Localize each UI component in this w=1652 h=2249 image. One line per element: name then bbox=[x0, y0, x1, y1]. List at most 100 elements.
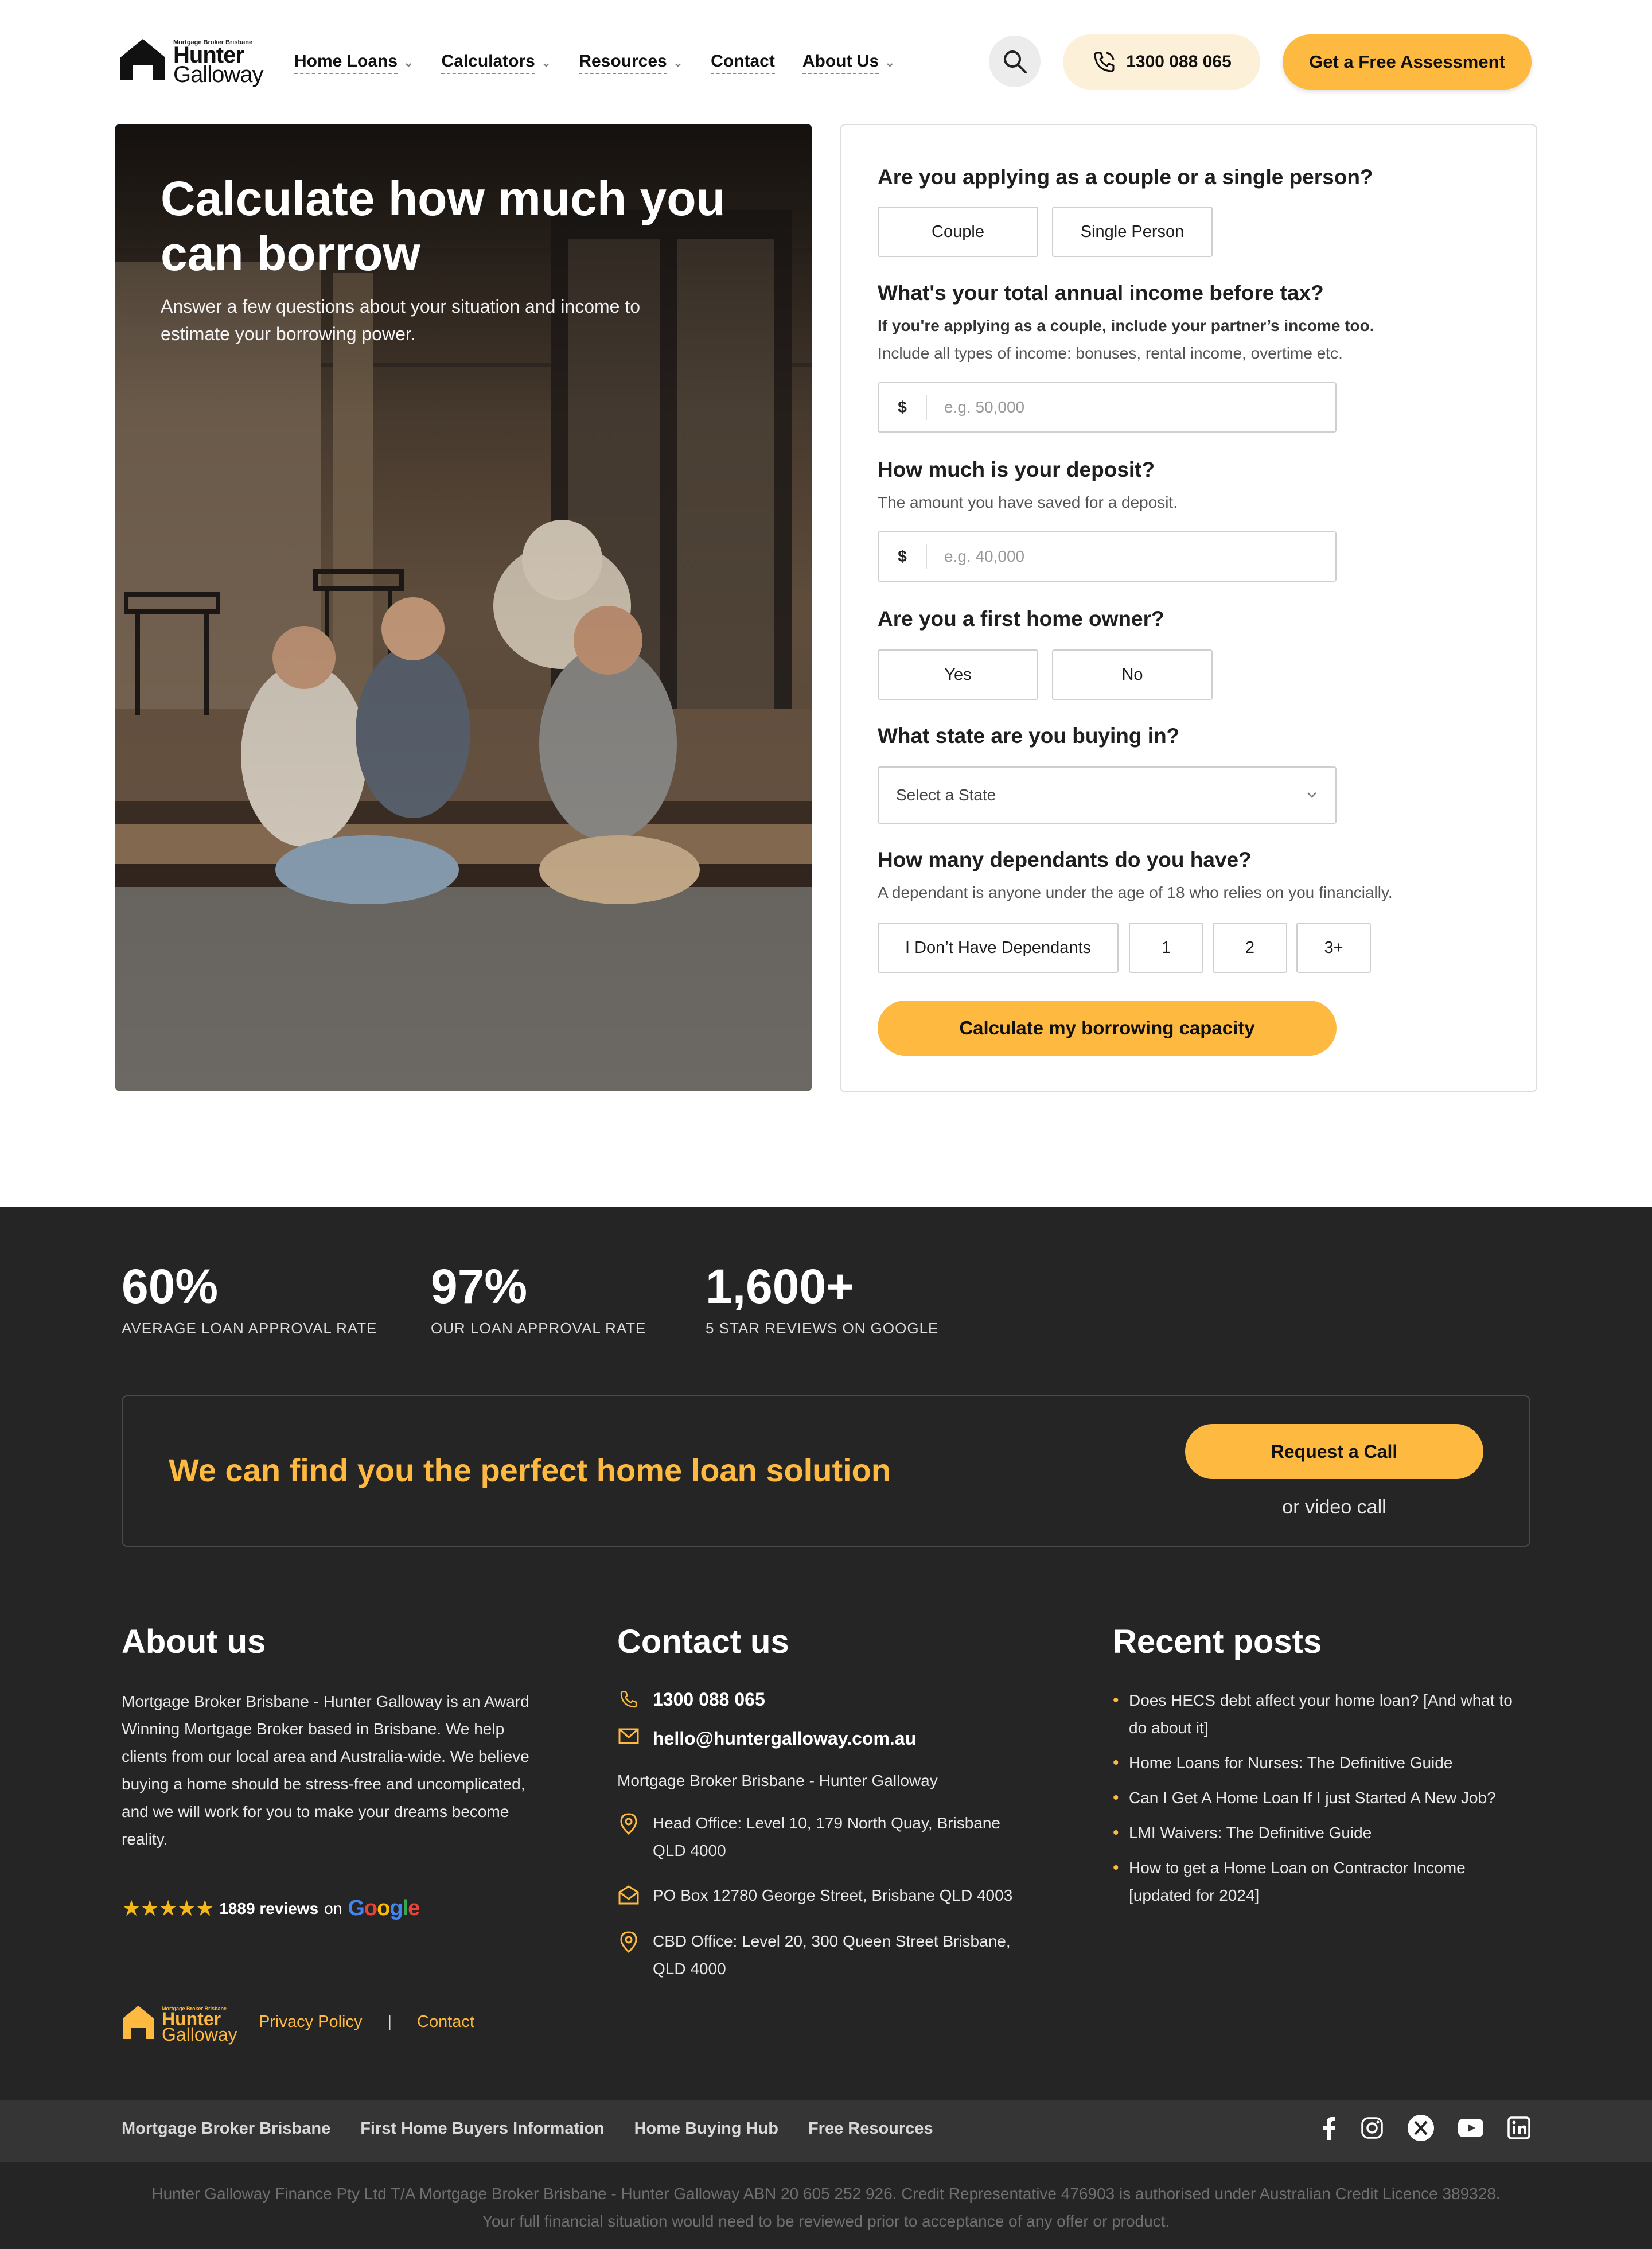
nav-label: About Us bbox=[802, 52, 879, 74]
site-header: Mortgage Broker Brisbane Hunter Galloway… bbox=[0, 0, 1652, 123]
nav-label: Contact bbox=[711, 52, 775, 74]
q-state: What state are you buying in? bbox=[878, 724, 1180, 748]
deposit-field[interactable]: $ bbox=[878, 531, 1337, 582]
head-office-text: Head Office: Level 10, 179 North Quay, B… bbox=[653, 1814, 1000, 1859]
sub-link-free-resources[interactable]: Free Resources bbox=[808, 2119, 933, 2138]
social-links bbox=[1322, 2115, 1530, 2141]
google-reviews-badge[interactable]: ★★★★★ 1889 reviews on Google bbox=[122, 1896, 420, 1921]
phone-icon bbox=[1094, 52, 1115, 72]
cbd-office-text: CBD Office: Level 20, 300 Queen Street B… bbox=[653, 1932, 1011, 1978]
contact-po-box: PO Box 12780 George Street, Brisbane QLD… bbox=[617, 1882, 1012, 1909]
nav-label: Home Loans bbox=[294, 52, 398, 74]
stat-google-reviews: 1,600+ 5 STAR REVIEWS ON GOOGLE bbox=[706, 1262, 938, 1337]
stat-average-approval: 60% AVERAGE LOAN APPROVAL RATE bbox=[122, 1262, 377, 1337]
option-no[interactable]: No bbox=[1052, 649, 1213, 700]
instagram-icon[interactable] bbox=[1361, 2116, 1384, 2139]
free-assessment-button[interactable]: Get a Free Assessment bbox=[1283, 34, 1532, 90]
footer-sub-links: Mortgage Broker Brisbane First Home Buye… bbox=[122, 2119, 933, 2138]
income-field[interactable]: $ bbox=[878, 382, 1337, 433]
stat-value: 97% bbox=[431, 1259, 528, 1313]
google-logo: Google bbox=[348, 1896, 420, 1920]
recent-post-link[interactable]: LMI Waivers: The Definitive Guide bbox=[1113, 1819, 1532, 1847]
sub-link-home-buying-hub[interactable]: Home Buying Hub bbox=[634, 2119, 778, 2138]
contact-company: Mortgage Broker Brisbane - Hunter Gallow… bbox=[617, 1767, 938, 1795]
chevron-down-icon: ⌄ bbox=[885, 55, 895, 69]
contact-heading: Contact us bbox=[617, 1623, 789, 1660]
home-loan-banner: We can find you the perfect home loan so… bbox=[122, 1395, 1530, 1547]
x-icon[interactable] bbox=[1408, 2115, 1434, 2141]
income-input[interactable] bbox=[927, 398, 1317, 417]
reviews-on: on bbox=[324, 1899, 342, 1917]
po-box-text: PO Box 12780 George Street, Brisbane QLD… bbox=[653, 1886, 1013, 1904]
currency-symbol: $ bbox=[879, 395, 927, 420]
phone-number: 1300 088 065 bbox=[1126, 52, 1232, 71]
borrowing-calculator-form: Are you applying as a couple or a single… bbox=[840, 124, 1537, 1092]
facebook-icon[interactable] bbox=[1322, 2116, 1337, 2140]
stat-caption: AVERAGE LOAN APPROVAL RATE bbox=[122, 1320, 377, 1337]
stat-value: 60% bbox=[122, 1259, 219, 1313]
nav-home-loans[interactable]: Home Loans ⌄ bbox=[294, 48, 414, 77]
contact-phone[interactable]: 1300 088 065 bbox=[617, 1686, 765, 1713]
income-hint-couple: If you're applying as a couple, include … bbox=[878, 317, 1374, 334]
contact-phone-text: 1300 088 065 bbox=[653, 1689, 765, 1710]
q-applicant-type: Are you applying as a couple or a single… bbox=[878, 165, 1373, 189]
privacy-policy-link[interactable]: Privacy Policy bbox=[259, 2013, 363, 2032]
recent-post-link[interactable]: How to get a Home Loan on Contractor Inc… bbox=[1113, 1854, 1532, 1909]
logo-word-galloway: Galloway bbox=[173, 62, 264, 87]
hero-title: Calculate how much you can borrow bbox=[161, 172, 726, 281]
location-pin-icon bbox=[620, 1813, 637, 1835]
q-first-home-owner: Are you a first home owner? bbox=[878, 607, 1164, 631]
phone-icon bbox=[620, 1691, 637, 1708]
option-dependants-2[interactable]: 2 bbox=[1213, 923, 1287, 973]
banner-headline: We can find you the perfect home loan so… bbox=[169, 1452, 891, 1488]
state-select[interactable]: Select a State bbox=[878, 766, 1337, 824]
option-couple[interactable]: Couple bbox=[878, 207, 1038, 257]
contact-company-text: Mortgage Broker Brisbane - Hunter Gallow… bbox=[617, 1772, 938, 1789]
phone-button[interactable]: 1300 088 065 bbox=[1063, 34, 1260, 90]
option-dependants-3-plus[interactable]: 3+ bbox=[1296, 923, 1371, 973]
calculate-button[interactable]: Calculate my borrowing capacity bbox=[878, 1001, 1337, 1056]
recent-posts-list: Does HECS debt affect your home loan? [A… bbox=[1113, 1687, 1532, 1917]
hero-subtitle: Answer a few questions about your situat… bbox=[161, 296, 641, 344]
recent-post-link[interactable]: Does HECS debt affect your home loan? [A… bbox=[1113, 1687, 1532, 1742]
footer-subbar: Mortgage Broker Brisbane First Home Buye… bbox=[0, 2100, 1652, 2162]
recent-posts-heading: Recent posts bbox=[1113, 1623, 1322, 1660]
request-call-button[interactable]: Request a Call bbox=[1185, 1424, 1483, 1479]
sub-link-mortgage-broker-brisbane[interactable]: Mortgage Broker Brisbane bbox=[122, 2119, 330, 2138]
video-call-link[interactable]: or video call bbox=[1185, 1496, 1483, 1519]
income-hint-types: Include all types of income: bonuses, re… bbox=[878, 344, 1343, 362]
contact-email[interactable]: hello@huntergalloway.com.au bbox=[617, 1725, 916, 1752]
stat-caption: OUR LOAN APPROVAL RATE bbox=[431, 1320, 646, 1337]
site-logo[interactable]: Mortgage Broker Brisbane Hunter Galloway bbox=[119, 38, 268, 86]
search-button[interactable] bbox=[989, 36, 1041, 87]
option-no-dependants[interactable]: I Don’t Have Dependants bbox=[878, 923, 1119, 973]
recent-post-link[interactable]: Can I Get A Home Loan If I just Started … bbox=[1113, 1784, 1532, 1812]
footer-links: Privacy Policy | Contact bbox=[259, 2013, 474, 2032]
house-icon bbox=[120, 39, 165, 80]
nav-about-us[interactable]: About Us ⌄ bbox=[802, 48, 895, 77]
youtube-icon[interactable] bbox=[1458, 2119, 1483, 2137]
stat-caption: 5 STAR REVIEWS ON GOOGLE bbox=[706, 1320, 939, 1337]
nav-calculators[interactable]: Calculators ⌄ bbox=[441, 48, 551, 77]
nav-contact[interactable]: Contact bbox=[711, 48, 775, 77]
hero-family-photo: Calculate how much you can borrow Answer… bbox=[115, 124, 812, 1091]
option-dependants-1[interactable]: 1 bbox=[1129, 923, 1203, 973]
q-annual-income: What's your total annual income before t… bbox=[878, 281, 1324, 305]
about-heading: About us bbox=[122, 1623, 266, 1660]
footer-logo-galloway: Galloway bbox=[162, 2024, 237, 2045]
nav-resources[interactable]: Resources ⌄ bbox=[579, 48, 683, 77]
footer-logo[interactable]: Mortgage Broker Brisbane Hunter Galloway bbox=[122, 2005, 242, 2045]
about-text: Mortgage Broker Brisbane - Hunter Gallow… bbox=[122, 1692, 529, 1848]
chevron-down-icon: ⌄ bbox=[403, 55, 414, 69]
sub-link-first-home-buyers[interactable]: First Home Buyers Information bbox=[360, 2119, 604, 2138]
q-deposit: How much is your deposit? bbox=[878, 458, 1155, 481]
footer-contact-link[interactable]: Contact bbox=[417, 2013, 474, 2032]
option-yes[interactable]: Yes bbox=[878, 649, 1038, 700]
stat-our-approval: 97% OUR LOAN APPROVAL RATE bbox=[431, 1262, 646, 1337]
nav-label: Resources bbox=[579, 52, 667, 74]
deposit-input[interactable] bbox=[927, 547, 1317, 566]
option-single-person[interactable]: Single Person bbox=[1052, 207, 1213, 257]
linkedin-icon[interactable] bbox=[1507, 2116, 1530, 2139]
recent-post-link[interactable]: Home Loans for Nurses: The Definitive Gu… bbox=[1113, 1749, 1532, 1777]
mail-icon bbox=[618, 1728, 639, 1744]
